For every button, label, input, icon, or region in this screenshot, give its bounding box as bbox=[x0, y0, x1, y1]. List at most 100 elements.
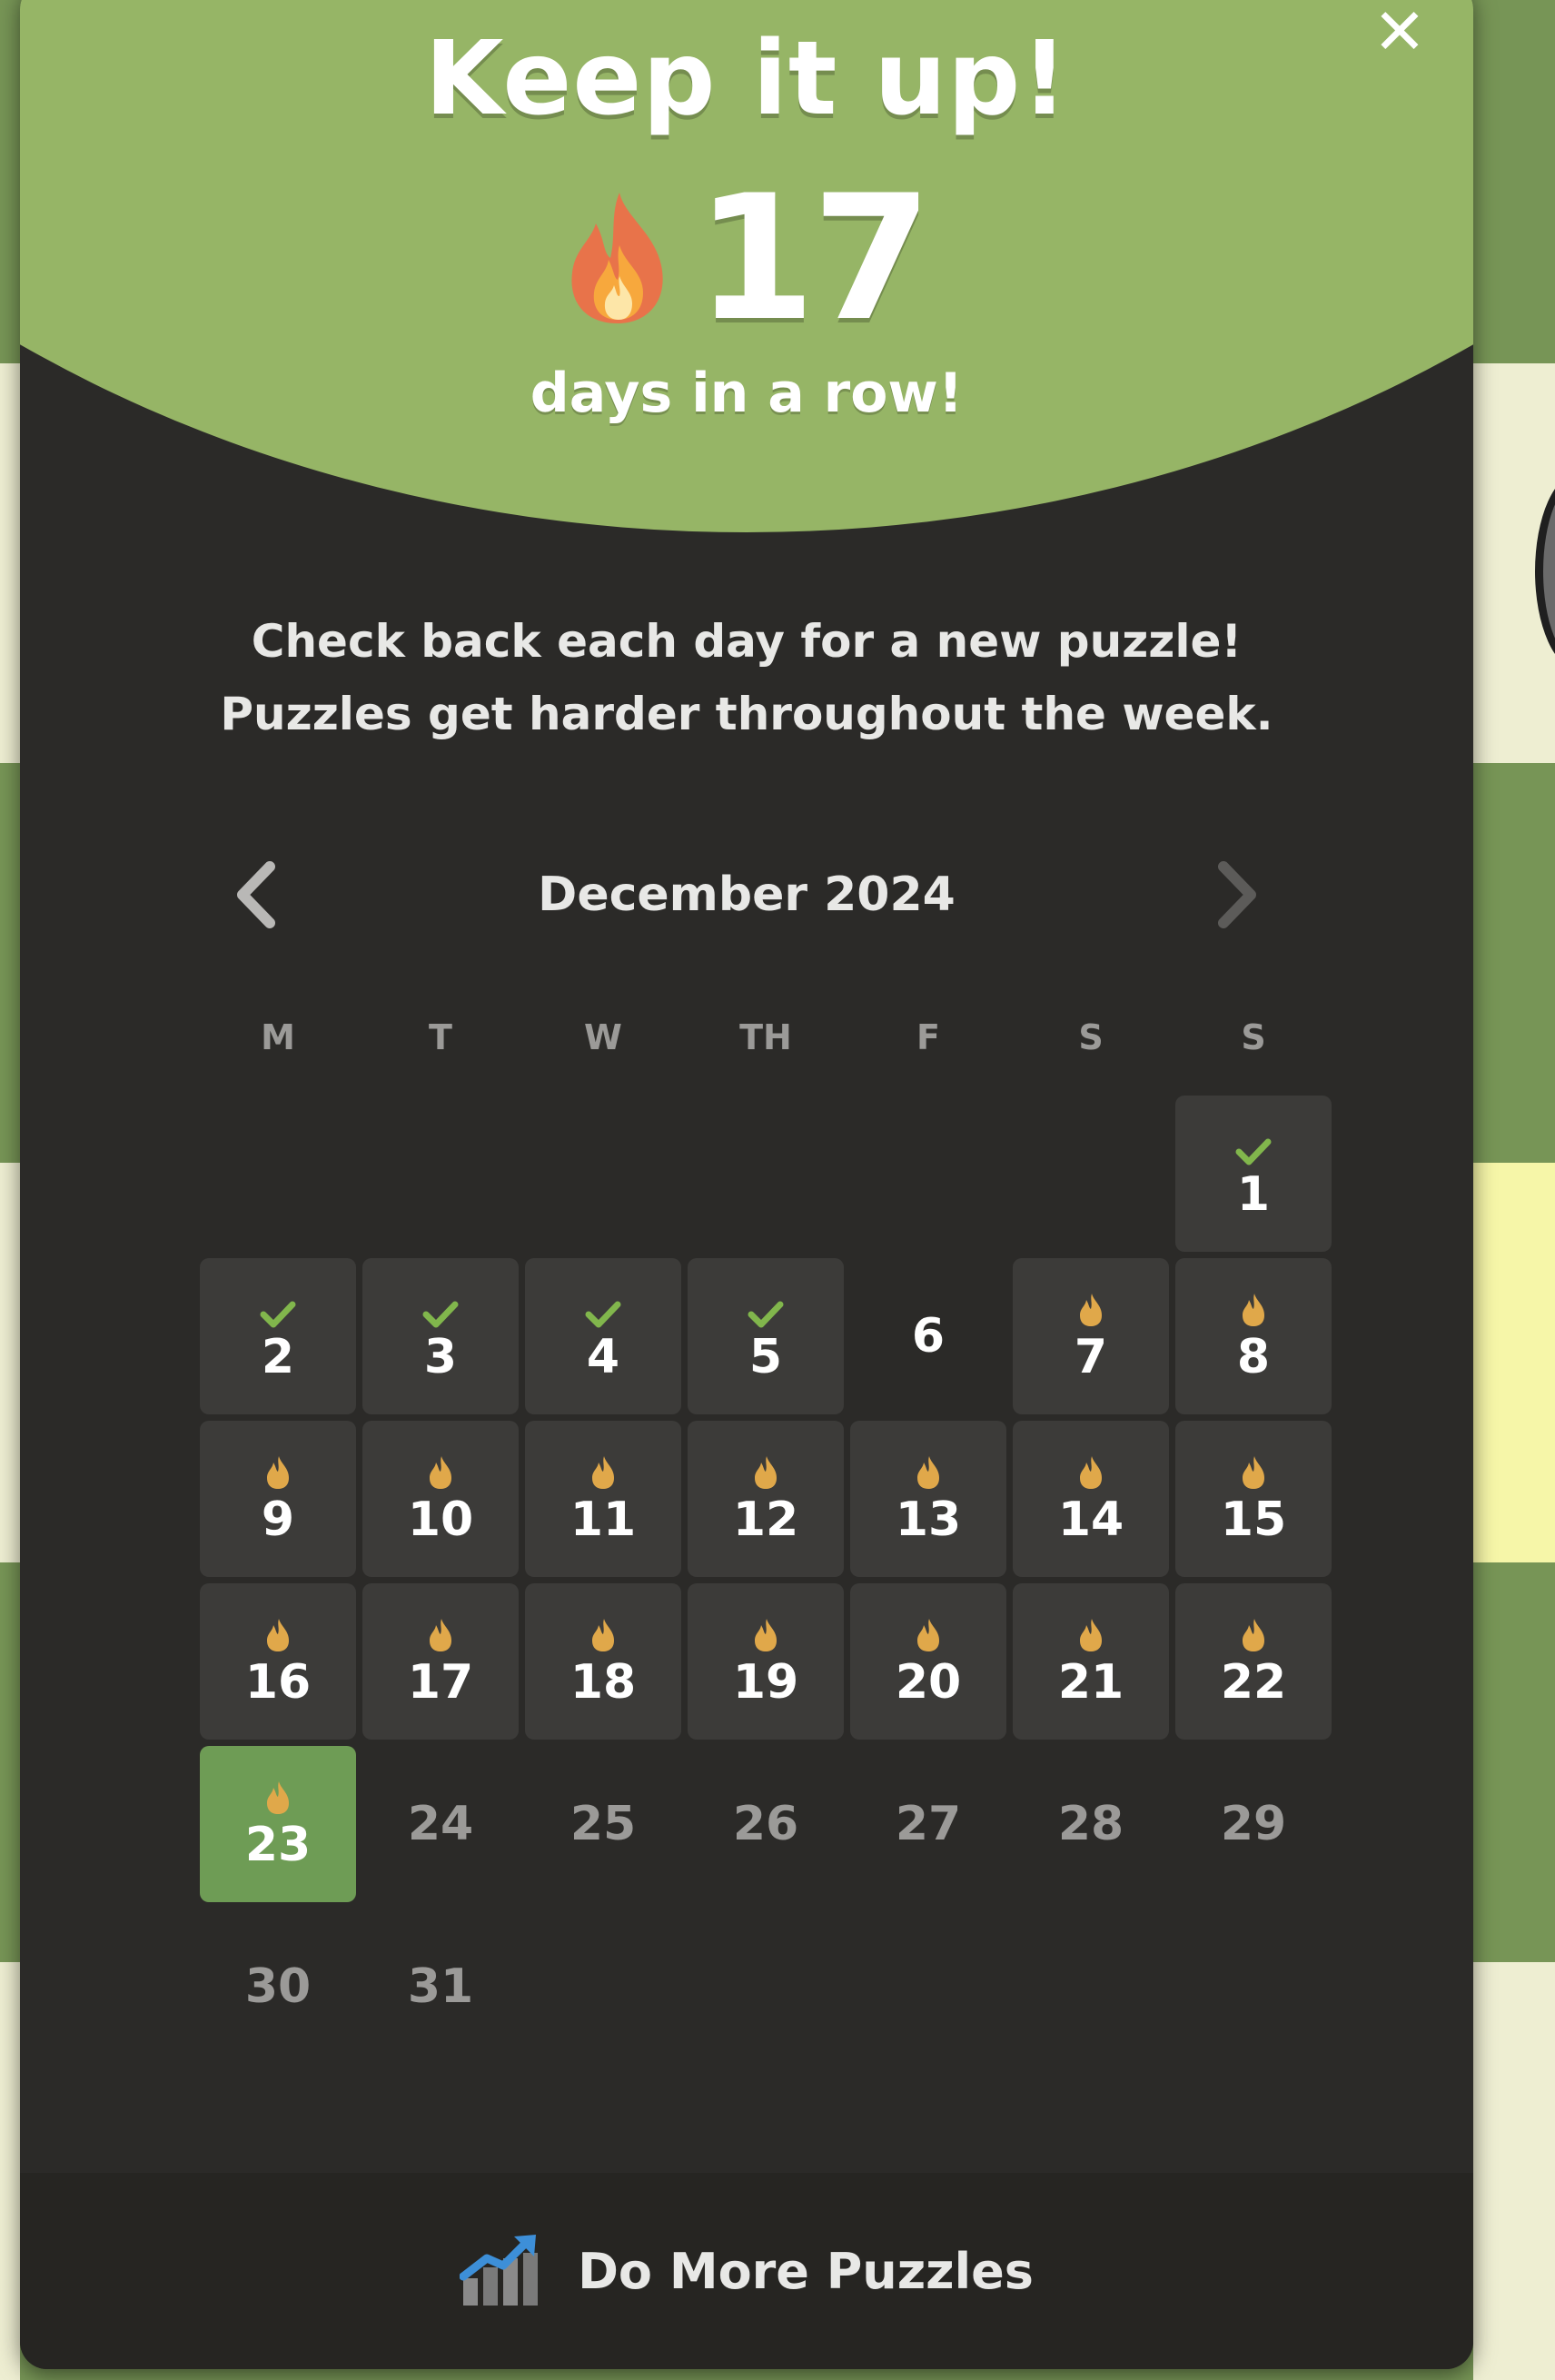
calendar-day[interactable]: 23 bbox=[200, 1746, 356, 1902]
calendar-day-number: 26 bbox=[732, 1797, 799, 1851]
calendar-day[interactable]: 11 bbox=[525, 1421, 681, 1577]
flame-icon bbox=[427, 1613, 454, 1653]
calendar-day[interactable]: 14 bbox=[1013, 1421, 1169, 1577]
chevron-left-icon[interactable] bbox=[220, 854, 292, 936]
calendar-day-number: 20 bbox=[895, 1655, 962, 1710]
calendar-day[interactable]: 7 bbox=[1013, 1258, 1169, 1414]
flame-icon bbox=[915, 1451, 942, 1491]
weekday-label: S bbox=[1078, 1017, 1104, 1057]
check-icon bbox=[748, 1288, 784, 1328]
calendar-day-number: 25 bbox=[570, 1797, 637, 1851]
weekday-label: S bbox=[1241, 1017, 1266, 1057]
calendar-day-number: 31 bbox=[407, 1959, 474, 2014]
weekday-label: F bbox=[916, 1017, 940, 1057]
check-icon bbox=[1235, 1126, 1272, 1165]
flame-icon bbox=[589, 1451, 617, 1491]
calendar-day-number: 12 bbox=[732, 1492, 799, 1547]
calendar-day[interactable]: 3 bbox=[362, 1258, 519, 1414]
weekday-label: W bbox=[584, 1017, 622, 1057]
calendar-day-number: 9 bbox=[261, 1492, 295, 1547]
weekday-label: TH bbox=[739, 1017, 792, 1057]
flame-icon bbox=[752, 1613, 779, 1653]
calendar-day-number: 6 bbox=[911, 1309, 946, 1364]
calendar-day-number: 16 bbox=[244, 1655, 312, 1710]
calendar-day: 26 bbox=[688, 1746, 844, 1902]
description-line: Check back each day for a new puzzle! bbox=[251, 615, 1243, 668]
calendar-day-number: 23 bbox=[244, 1818, 312, 1872]
description-line: Puzzles get harder throughout the week. bbox=[220, 688, 1273, 740]
streak-count: 17 bbox=[695, 158, 932, 359]
check-icon bbox=[260, 1288, 296, 1328]
calendar-day-number: 3 bbox=[423, 1330, 458, 1384]
calendar-day-number: 8 bbox=[1236, 1330, 1271, 1384]
modal-title: Keep it up! bbox=[424, 20, 1069, 138]
do-more-puzzles-label: Do More Puzzles bbox=[578, 2242, 1034, 2300]
flame-icon bbox=[1077, 1451, 1104, 1491]
calendar-day-number: 22 bbox=[1220, 1655, 1287, 1710]
flame-icon bbox=[752, 1451, 779, 1491]
calendar-day[interactable]: 12 bbox=[688, 1421, 844, 1577]
calendar-day-number: 28 bbox=[1057, 1797, 1124, 1851]
flame-icon bbox=[565, 189, 672, 329]
calendar-day[interactable]: 15 bbox=[1175, 1421, 1332, 1577]
calendar-day[interactable]: 19 bbox=[688, 1583, 844, 1740]
calendar-day[interactable]: 18 bbox=[525, 1583, 681, 1740]
calendar-day[interactable]: 20 bbox=[850, 1583, 1006, 1740]
calendar-day-number: 17 bbox=[407, 1655, 474, 1710]
calendar-day: 27 bbox=[850, 1746, 1006, 1902]
calendar-day[interactable]: 4 bbox=[525, 1258, 681, 1414]
calendar-day: 30 bbox=[200, 1909, 356, 2065]
calendar-day-number: 29 bbox=[1220, 1797, 1287, 1851]
calendar-day-number: 10 bbox=[407, 1492, 474, 1547]
calendar-day[interactable]: 6 bbox=[850, 1258, 1006, 1414]
calendar-day-number: 7 bbox=[1074, 1330, 1108, 1384]
calendar-day: 25 bbox=[525, 1746, 681, 1902]
flame-icon bbox=[264, 1451, 292, 1491]
calendar-day-number: 14 bbox=[1057, 1492, 1124, 1547]
calendar-day[interactable]: 1 bbox=[1175, 1096, 1332, 1252]
check-icon bbox=[422, 1288, 459, 1328]
calendar-day[interactable]: 8 bbox=[1175, 1258, 1332, 1414]
flame-icon bbox=[1240, 1613, 1267, 1653]
calendar-day[interactable]: 17 bbox=[362, 1583, 519, 1740]
month-navigation: December 2024 bbox=[220, 854, 1273, 936]
calendar-day[interactable]: 22 bbox=[1175, 1583, 1332, 1740]
chart-trending-up-icon bbox=[459, 2231, 541, 2311]
calendar-day: 28 bbox=[1013, 1746, 1169, 1902]
calendar-day[interactable]: 2 bbox=[200, 1258, 356, 1414]
do-more-puzzles-button[interactable]: Do More Puzzles bbox=[20, 2173, 1473, 2369]
flame-icon bbox=[915, 1613, 942, 1653]
check-icon bbox=[585, 1288, 621, 1328]
calendar-day[interactable]: 9 bbox=[200, 1421, 356, 1577]
calendar-day[interactable]: 10 bbox=[362, 1421, 519, 1577]
chevron-right-icon[interactable] bbox=[1201, 854, 1273, 936]
calendar-day: 31 bbox=[362, 1909, 519, 2065]
calendar-day-number: 21 bbox=[1057, 1655, 1124, 1710]
calendar-day-number: 1 bbox=[1236, 1167, 1271, 1222]
calendar-day[interactable]: 5 bbox=[688, 1258, 844, 1414]
flame-icon bbox=[589, 1613, 617, 1653]
calendar-day-number: 27 bbox=[895, 1797, 962, 1851]
flame-icon bbox=[1240, 1288, 1267, 1328]
calendar-day-number: 4 bbox=[586, 1330, 620, 1384]
calendar-day[interactable]: 16 bbox=[200, 1583, 356, 1740]
calendar-day[interactable]: 13 bbox=[850, 1421, 1006, 1577]
calendar-day-number: 19 bbox=[732, 1655, 799, 1710]
weekday-header: M T W TH F S S bbox=[200, 1017, 1338, 1072]
calendar-day-number: 5 bbox=[748, 1330, 783, 1384]
streak-label: days in a row! bbox=[530, 362, 964, 425]
calendar-day-number: 24 bbox=[407, 1797, 474, 1851]
calendar-day: 24 bbox=[362, 1746, 519, 1902]
puzzle-description: Check back each day for a new puzzle! Pu… bbox=[20, 605, 1473, 750]
flame-icon bbox=[264, 1776, 292, 1816]
calendar-day-number: 2 bbox=[261, 1330, 295, 1384]
calendar-day[interactable]: 21 bbox=[1013, 1583, 1169, 1740]
calendar-day-number: 11 bbox=[570, 1492, 637, 1547]
flame-icon bbox=[1077, 1613, 1104, 1653]
calendar-day-number: 30 bbox=[244, 1959, 312, 2014]
month-label: December 2024 bbox=[538, 868, 956, 922]
weekday-label: T bbox=[429, 1017, 452, 1057]
flame-icon bbox=[1240, 1451, 1267, 1491]
calendar-day-number: 15 bbox=[1220, 1492, 1287, 1547]
flame-icon bbox=[427, 1451, 454, 1491]
